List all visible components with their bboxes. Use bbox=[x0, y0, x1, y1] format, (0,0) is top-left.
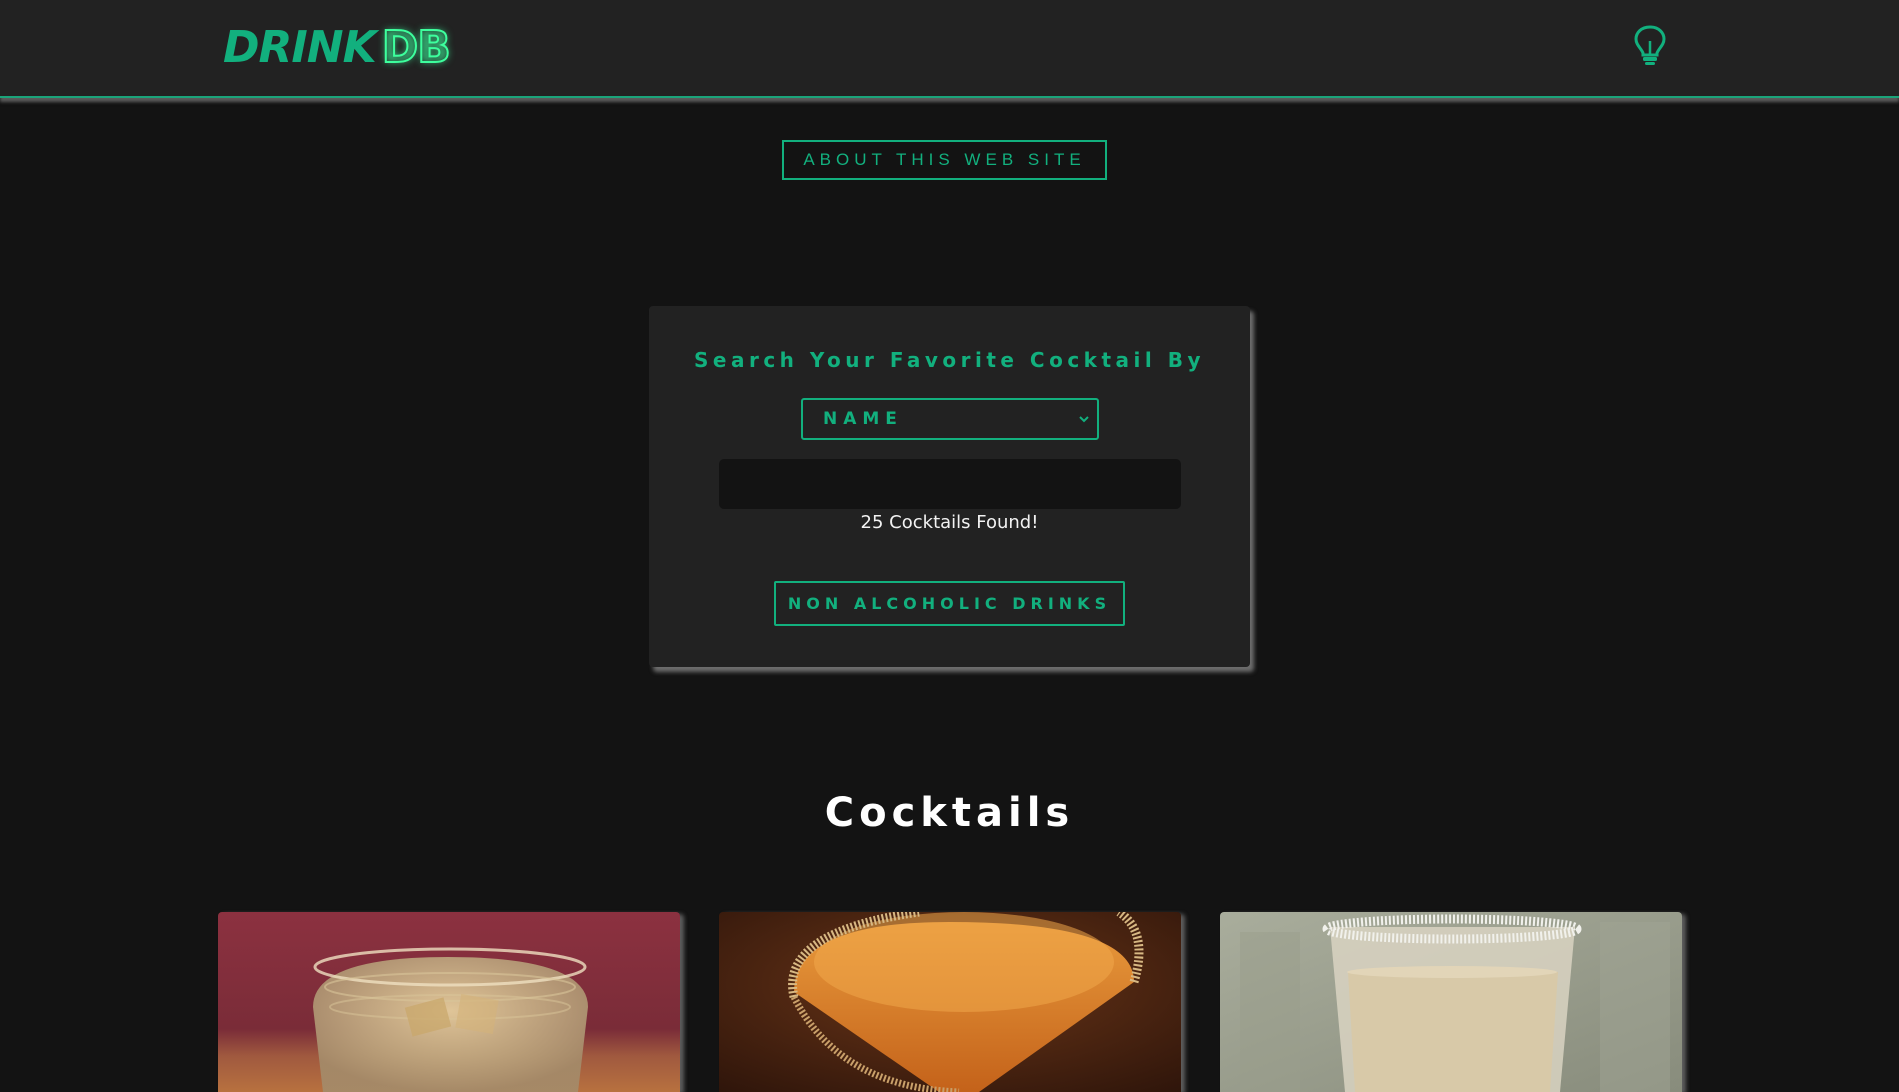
top-navbar: DRINK DB bbox=[0, 0, 1899, 98]
cocktails-heading: Cocktails bbox=[824, 790, 1075, 836]
non-alcoholic-drinks-button[interactable]: NON ALCOHOLIC DRINKS bbox=[774, 581, 1125, 626]
about-website-button[interactable]: ABOUT THIS WEB SITE bbox=[782, 140, 1107, 180]
logo-db-text: DB bbox=[381, 21, 452, 74]
cocktail-search-input[interactable] bbox=[719, 459, 1181, 509]
cocktail-card-image bbox=[719, 912, 1181, 1092]
search-by-select[interactable]: NAME bbox=[801, 398, 1099, 440]
cocktail-card[interactable] bbox=[719, 912, 1181, 1092]
search-by-selected-value: NAME bbox=[823, 409, 903, 429]
cocktail-card[interactable] bbox=[218, 912, 680, 1092]
cocktail-card-image bbox=[218, 912, 680, 1092]
results-count: 25 Cocktails Found! bbox=[860, 512, 1039, 533]
logo-drink-text: DRINK bbox=[223, 22, 377, 73]
cocktail-card-image bbox=[1220, 912, 1682, 1092]
lightbulb-icon[interactable] bbox=[1633, 24, 1667, 66]
search-panel-title: Search Your Favorite Cocktail By bbox=[694, 348, 1205, 372]
drinkdb-logo[interactable]: DRINK DB bbox=[223, 21, 452, 74]
search-panel: Search Your Favorite Cocktail By NAME 25… bbox=[649, 306, 1250, 667]
cocktail-card[interactable] bbox=[1220, 912, 1682, 1092]
chevron-down-icon bbox=[1079, 416, 1089, 423]
